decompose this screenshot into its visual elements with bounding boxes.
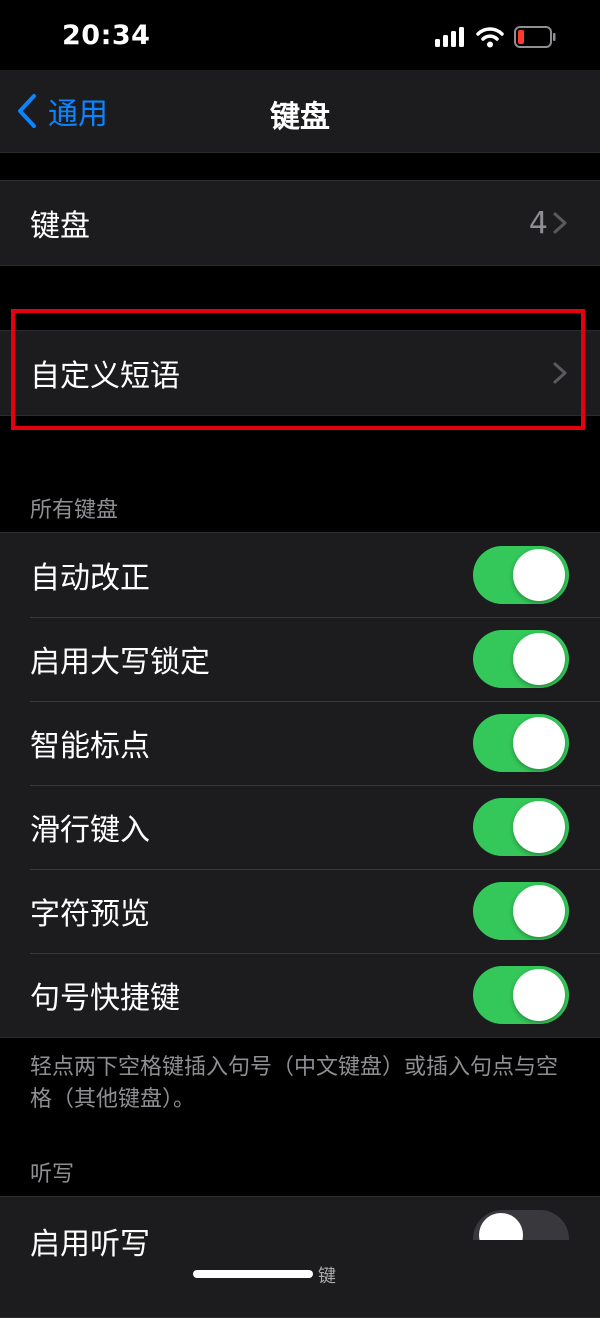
toggle-knob [513,885,565,937]
smart-punctuation-toggle[interactable] [473,714,569,772]
enable-dictation-toggle[interactable] [473,1210,569,1240]
keyboards-row[interactable]: 键盘 4 [0,181,600,265]
chevron-right-icon [553,362,567,384]
status-time: 20:34 [62,20,151,51]
status-icons [434,24,556,50]
period-shortcut-toggle[interactable] [473,966,569,1024]
toggle-label: 字符预览 [30,897,150,932]
status-bar: 20:34 [0,0,600,70]
battery-icon [514,26,556,48]
page-title: 键盘 [270,100,330,135]
chevron-right-icon [553,212,567,234]
toggle-label: 启用大写锁定 [30,645,210,680]
navigation-bar: 通用 键盘 [0,70,600,153]
toggle-row-character-preview: 字符预览 [0,869,600,953]
period-shortcut-footnote: 轻点两下空格键插入句号（中文键盘）或插入句点与空格（其他键盘）。 [30,1055,559,1112]
toggle-label: 自动改正 [30,561,150,596]
overlay-glyph: 键 [318,1266,336,1287]
text-replacement-row[interactable]: 自定义短语 [0,331,600,415]
toggle-label: 句号快捷键 [30,981,180,1016]
toggle-knob [513,717,565,769]
toggle-row-slide-to-type: 滑行键入 [0,785,600,869]
toggle-row-auto-correction: 自动改正 [0,533,600,617]
toggle-row-caps-lock: 启用大写锁定 [0,617,600,701]
section-header-dictation: 听写 [30,1162,75,1187]
toggle-knob [513,969,565,1021]
toggle-row-smart-punctuation: 智能标点 [0,701,600,785]
keyboards-group: 键盘 4 [0,180,600,266]
cellular-signal-icon [435,27,464,47]
caps-lock-toggle[interactable] [473,630,569,688]
wifi-icon [476,27,504,48]
all-keyboards-group: 自动改正 启用大写锁定 智能标点 滑行键入 字符预览 句号快捷键 [0,532,600,1038]
slide-to-type-toggle[interactable] [473,798,569,856]
keyboards-row-label: 键盘 [30,209,90,244]
enable-dictation-label: 启用听写 [30,1227,150,1262]
text-replacement-label: 自定义短语 [30,359,180,394]
toggle-label: 智能标点 [30,729,150,764]
keyboards-count: 4 [528,205,548,241]
toggle-knob [513,633,565,685]
character-preview-toggle[interactable] [473,882,569,940]
auto-correction-toggle[interactable] [473,546,569,604]
toggle-knob [513,549,565,601]
home-indicator[interactable] [193,1270,313,1278]
text-replacement-group: 自定义短语 [0,330,600,416]
section-header-all-keyboards: 所有键盘 [30,498,119,523]
toggle-knob [513,801,565,853]
toggle-row-period-shortcut: 句号快捷键 [0,953,600,1037]
toggle-label: 滑行键入 [30,813,150,848]
